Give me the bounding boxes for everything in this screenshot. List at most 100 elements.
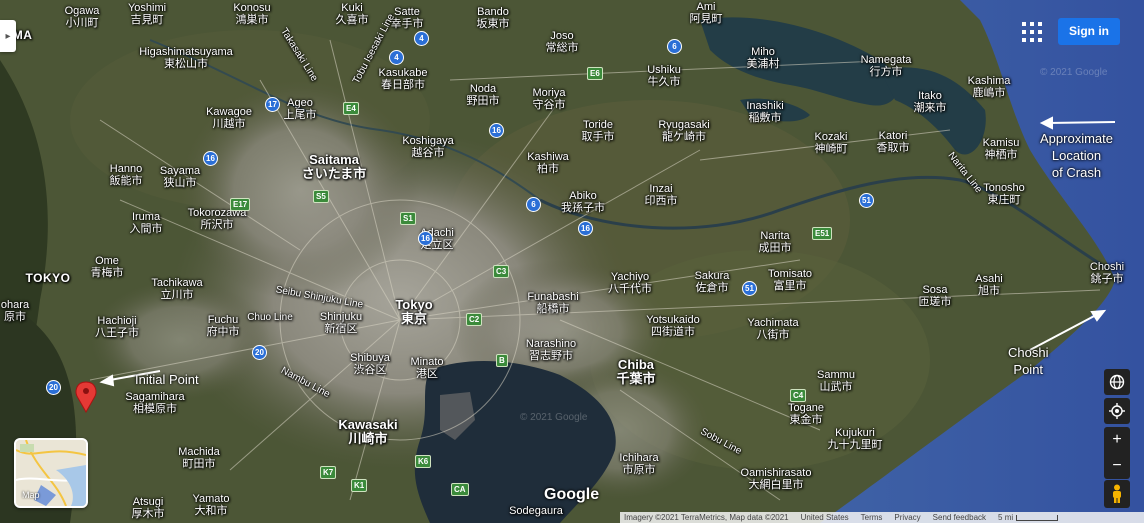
place-label-ami[interactable]: Ami 阿見町 [689, 1, 723, 25]
place-jp: 潮来市 [913, 101, 947, 114]
globe-view-button[interactable] [1104, 369, 1130, 395]
place-label-sosa[interactable]: Sosa 匝瑳市 [919, 284, 952, 308]
place-label-inzai[interactable]: Inzai 印西市 [645, 183, 678, 207]
place-label-asahi[interactable]: Asahi 旭市 [975, 273, 1003, 297]
place-label-miho[interactable]: Miho 美浦村 [747, 46, 780, 70]
place-label-katori[interactable]: Katori 香取市 [876, 130, 910, 154]
place-label-choshi[interactable]: Choshi 銚子市 [1090, 261, 1124, 285]
expressway-shield: C4 [790, 389, 807, 402]
place-label-kawagoe[interactable]: Kawagoe 川越市 [206, 106, 252, 130]
place-label-abiko[interactable]: Abiko 我孫子市 [561, 190, 605, 214]
place-label-kashiwa[interactable]: Kashiwa 柏市 [527, 151, 569, 175]
scale-bar[interactable]: 5 mi [998, 513, 1059, 522]
privacy-link[interactable]: Privacy [894, 513, 920, 522]
place-label-machida[interactable]: Machida 町田市 [178, 446, 220, 470]
region-link[interactable]: United States [801, 513, 849, 522]
place-label-sayama[interactable]: Sayama 狭山市 [160, 165, 200, 189]
place-label-ryugasaki[interactable]: Ryugasaki 龍ケ崎市 [658, 119, 709, 143]
place-label-kuki[interactable]: Kuki 久喜市 [336, 2, 369, 26]
place-label-toride[interactable]: Toride 取手市 [582, 119, 615, 143]
expand-panel-button[interactable]: ▸ [0, 20, 16, 52]
place-label-higashimatsuyama[interactable]: Higashimatsuyama 東松山市 [139, 46, 233, 70]
place-jp: 稲敷市 [748, 111, 782, 124]
attribution-text: Imagery ©2021 TerraMetrics, Map data ©20… [624, 513, 789, 522]
place-label-yamato[interactable]: Yamato 大和市 [192, 493, 229, 517]
place-label-chiba[interactable]: Chiba 千葉市 [616, 358, 655, 385]
place-label-bando[interactable]: Bando 坂東市 [477, 6, 510, 30]
place-label-iruma[interactable]: Iruma 入間市 [130, 211, 163, 235]
place-jp: 習志野市 [528, 349, 573, 362]
place-label-shibuya[interactable]: Shibuya 渋谷区 [350, 352, 390, 376]
place-label-atsugi[interactable]: Atsugi 厚木市 [132, 496, 165, 520]
place-label-ome[interactable]: Ome 青梅市 [91, 255, 124, 279]
map-layer-toggle[interactable]: Map [14, 438, 88, 508]
place-label-ogawa[interactable]: Ogawa 小川町 [64, 5, 100, 29]
send-feedback-link[interactable]: Send feedback [933, 513, 986, 522]
place-label-togane[interactable]: Togane 東金市 [788, 402, 824, 426]
place-label-ageo[interactable]: Ageo 上尾市 [284, 97, 317, 121]
place-label-kozaki[interactable]: Kozaki 神崎町 [814, 131, 848, 155]
place-label-narita[interactable]: Narita 成田市 [759, 230, 792, 254]
place-label-koshigaya[interactable]: Koshigaya 越谷市 [402, 135, 453, 159]
street-view-pegman-button[interactable] [1104, 480, 1130, 508]
place-label-noda[interactable]: Noda 野田市 [467, 83, 500, 107]
sign-in-button[interactable]: Sign in [1058, 18, 1120, 45]
place-label-tachikawa[interactable]: Tachikawa 立川市 [151, 277, 202, 301]
place-en: Kozaki [814, 131, 848, 143]
route-shield: 6 [526, 197, 541, 212]
place-label-moriya[interactable]: Moriya 守谷市 [532, 87, 566, 111]
place-label-tokorozawa[interactable]: Tokorozawa 所沢市 [188, 207, 247, 231]
place-jp: 春日部市 [381, 78, 425, 91]
place-label-sammu[interactable]: Sammu 山武市 [817, 369, 855, 393]
place-label-saitama[interactable]: Saitama さいたま市 [302, 153, 367, 180]
place-jp: 東京 [400, 310, 428, 326]
place-label-yoshimi[interactable]: Yoshimi 吉見町 [128, 2, 166, 26]
place-label-yachimata[interactable]: Yachimata 八街市 [747, 317, 798, 341]
place-label-kujukuri[interactable]: Kujukuri 九十九里町 [828, 427, 883, 451]
place-jp: 川越市 [212, 117, 246, 130]
place-label-ushiku[interactable]: Ushiku 牛久市 [647, 64, 681, 88]
place-label-kamisu[interactable]: Kamisu 神栖市 [982, 137, 1020, 161]
place-jp: 阿見町 [689, 12, 723, 25]
place-label-oamishirasato[interactable]: Oamishirasato 大網白里市 [741, 467, 812, 491]
place-label-yachiyo[interactable]: Yachiyo 八千代市 [608, 271, 652, 295]
place-label-yotsukaido[interactable]: Yotsukaido 四街道市 [646, 314, 699, 338]
place-label-kashima[interactable]: Kashima 鹿嶋市 [968, 75, 1011, 99]
place-label-joso[interactable]: Joso 常総市 [546, 30, 579, 54]
place-en: Ogawa [64, 5, 100, 17]
place-en: Ushiku [647, 64, 681, 76]
zoom-out-button[interactable]: − [1104, 453, 1130, 479]
place-label-kasukabe[interactable]: Kasukabe 春日部市 [379, 67, 428, 91]
place-en: Kawasaki [338, 417, 398, 432]
place-label-tomisato[interactable]: Tomisato 富里市 [768, 268, 812, 292]
place-label-sagamihara[interactable]: Sagamihara 相模原市 [125, 391, 184, 415]
place-label-kawasaki[interactable]: Kawasaki 川崎市 [338, 418, 397, 445]
place-label-funabashi[interactable]: Funabashi 船橋市 [527, 291, 578, 315]
place-en: Kashiwa [527, 151, 569, 163]
place-label-narashino[interactable]: Narashino 習志野市 [526, 338, 576, 362]
zoom-in-button[interactable]: + [1104, 427, 1130, 453]
place-label-hachioji[interactable]: Hachioji 八王子市 [95, 315, 139, 339]
apps-grid-icon[interactable] [1020, 20, 1044, 44]
place-jp: 神栖市 [984, 148, 1018, 161]
route-shield: 4 [389, 50, 404, 65]
place-label-minato[interactable]: Minato 港区 [410, 356, 443, 380]
place-jp: 香取市 [876, 141, 910, 154]
terms-link[interactable]: Terms [861, 513, 883, 522]
place-en: Kamisu [982, 137, 1020, 149]
place-label-fuchu[interactable]: Fuchu 府中市 [207, 314, 240, 338]
place-label-namegata[interactable]: Namegata 行方市 [861, 54, 912, 78]
place-label-ichihara[interactable]: Ichihara 市原市 [619, 452, 658, 476]
place-label-itako[interactable]: Itako 潮来市 [913, 90, 947, 114]
place-label-sodegaura[interactable]: Sodegaura [509, 505, 563, 518]
place-en: Moriya [532, 87, 566, 99]
place-label-tokyo[interactable]: Tokyo 東京 [395, 298, 432, 325]
place-label-inashiki[interactable]: Inashiki 稲敷市 [746, 100, 783, 124]
my-location-button[interactable] [1104, 398, 1130, 424]
place-label-shinjuku[interactable]: Shinjuku 新宿区 [320, 311, 362, 335]
place-label-hanno[interactable]: Hanno 飯能市 [110, 163, 143, 187]
place-label-tonosho[interactable]: Tonosho 東庄町 [983, 182, 1025, 206]
place-label-konosu[interactable]: Konosu 鴻巣市 [233, 2, 270, 26]
place-label-sakura[interactable]: Sakura 佐倉市 [695, 270, 730, 294]
crash-location-annotation: Approximate Location of Crash [1040, 131, 1113, 182]
